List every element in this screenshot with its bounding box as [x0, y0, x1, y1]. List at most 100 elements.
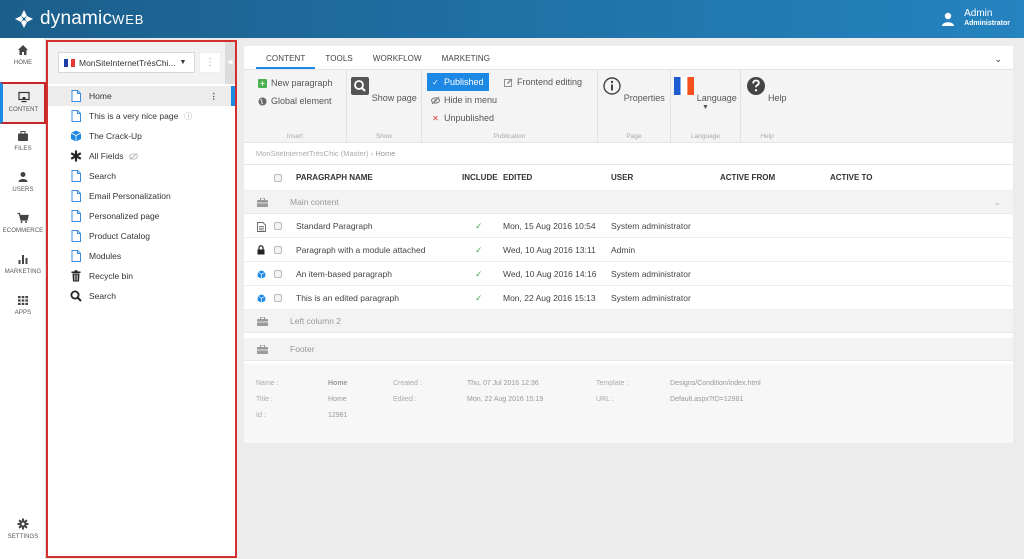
website-select[interactable]: MonSiteInternetTrésChi... ▼	[58, 52, 195, 73]
help-button[interactable]: Help	[741, 70, 793, 103]
edit-icon	[504, 78, 513, 87]
global-element-button[interactable]: Global element	[254, 92, 346, 110]
include-check-icon: ✓	[475, 269, 483, 279]
info-icon: ⓘ	[184, 111, 193, 121]
page-icon	[71, 210, 81, 222]
nav-apps[interactable]: APPS	[0, 294, 46, 334]
ribbon: + New paragraph Global element Insert Sh…	[244, 70, 1013, 143]
page-icon	[71, 170, 81, 182]
nav-ecommerce[interactable]: ECOMMERCE	[0, 212, 46, 252]
tree-item-nice-page[interactable]: This is a very nice page ⓘ	[48, 106, 235, 126]
section-footer[interactable]: Footer	[244, 338, 1013, 361]
col-include[interactable]: INCLUDE	[462, 173, 498, 182]
row-checkbox[interactable]	[274, 270, 282, 278]
tab-workflow[interactable]: WORKFLOW	[363, 54, 432, 69]
user-name: Admin	[964, 8, 993, 19]
asterisk-icon	[70, 150, 82, 162]
page-icon	[71, 190, 81, 202]
cube-icon	[257, 270, 266, 279]
tree-item-personalized-page[interactable]: Personalized page	[48, 206, 235, 226]
user-menu[interactable]: Admin Administrator	[941, 8, 1010, 29]
new-paragraph-button[interactable]: + New paragraph	[254, 74, 346, 92]
section-main-content[interactable]: Main content ⌄	[244, 191, 1013, 214]
tab-content[interactable]: CONTENT	[256, 54, 316, 69]
tab-tools[interactable]: TOOLS	[315, 54, 362, 69]
bar-chart-icon	[18, 255, 28, 264]
tree-item-search-page[interactable]: Search	[48, 166, 235, 186]
tree-item-home[interactable]: Home ⋮	[48, 86, 235, 106]
chevron-down-icon[interactable]: ⌄	[993, 197, 1001, 208]
hidden-eye-icon	[129, 152, 139, 160]
close-icon: ✕	[432, 113, 439, 123]
page-icon	[71, 230, 81, 242]
properties-button[interactable]: Properties	[598, 70, 670, 103]
nav-content[interactable]: CONTENT	[0, 82, 46, 124]
collapse-tree-button[interactable]: ◀	[225, 42, 235, 84]
info-title-label: Title :	[256, 396, 273, 403]
cart-icon	[17, 212, 29, 223]
include-check-icon: ✓	[475, 245, 483, 255]
ribbon-group-insert: + New paragraph Global element Insert	[244, 70, 347, 143]
tree-toolbar: MonSiteInternetTrésChi... ▼ ⋮ ◀	[48, 42, 235, 84]
info-id-label: Id :	[256, 412, 266, 419]
info-url-label: URL :	[596, 396, 614, 403]
dynamicweb-logo-icon	[14, 9, 34, 29]
paragraph-name[interactable]: Paragraph with a module attached	[296, 245, 425, 255]
select-all-checkbox[interactable]	[274, 173, 282, 182]
cube-icon	[70, 130, 82, 142]
info-url-value[interactable]: Default.aspx?ID=12981	[670, 396, 743, 403]
paragraph-row[interactable]: Standard Paragraph ✓ Mon, 15 Aug 2016 10…	[244, 214, 1013, 238]
main-panel: CONTENT TOOLS WORKFLOW MARKETING ⌄ + New…	[244, 46, 1013, 443]
published-toggle[interactable]: ✓ Published	[427, 73, 489, 91]
paragraph-row[interactable]: Paragraph with a module attached ✓ Wed, …	[244, 238, 1013, 262]
breadcrumb-page[interactable]: Home	[375, 149, 395, 158]
tree-item-all-fields[interactable]: All Fields	[48, 146, 235, 166]
paragraph-edited: Mon, 15 Aug 2016 10:54	[503, 221, 596, 231]
row-checkbox[interactable]	[274, 294, 282, 302]
nav-home[interactable]: HOME	[0, 44, 46, 84]
nav-users[interactable]: USERS	[0, 171, 46, 211]
info-id-value: 12981	[328, 412, 348, 419]
show-page-button[interactable]: Show page	[347, 70, 421, 103]
collapse-ribbon-chevron-icon[interactable]: ⌄	[994, 54, 1002, 65]
nav-marketing[interactable]: MARKETING	[0, 253, 46, 293]
col-paragraph-name[interactable]: PARAGRAPH NAME	[296, 173, 373, 182]
tree-item-crack-up[interactable]: The Crack-Up	[48, 126, 235, 146]
col-user[interactable]: USER	[611, 173, 633, 182]
hide-in-menu-toggle[interactable]: Hide in menu	[427, 91, 597, 109]
page-icon	[71, 250, 81, 262]
tree-item-recycle-bin[interactable]: Recycle bin	[48, 266, 235, 286]
cube-icon	[257, 294, 266, 303]
tree-item-menu-button[interactable]: ⋮	[210, 91, 219, 102]
frontend-editing-button[interactable]: Frontend editing	[500, 73, 586, 91]
top-bar: dynamicWEB Admin Administrator	[0, 0, 1024, 38]
tab-marketing[interactable]: MARKETING	[432, 54, 500, 69]
paragraph-row[interactable]: An item-based paragraph ✓ Wed, 10 Aug 20…	[244, 262, 1013, 286]
paragraph-name[interactable]: An item-based paragraph	[296, 269, 392, 279]
col-active-from[interactable]: ACTIVE FROM	[720, 173, 775, 182]
info-template-label: Template :	[596, 380, 629, 387]
language-dropdown[interactable]: Language ▼	[671, 70, 740, 111]
nav-settings[interactable]: SETTINGS	[0, 518, 46, 558]
paragraph-name[interactable]: Standard Paragraph	[296, 221, 373, 231]
nav-files[interactable]: FILES	[0, 130, 46, 170]
tree-item-modules[interactable]: Modules	[48, 246, 235, 266]
tree-item-search[interactable]: Search	[48, 286, 235, 306]
row-checkbox[interactable]	[274, 246, 282, 254]
briefcase-icon	[257, 317, 268, 326]
tree-more-button[interactable]: ⋮	[199, 52, 221, 73]
paragraph-row[interactable]: This is an edited paragraph ✓ Mon, 22 Au…	[244, 286, 1013, 310]
briefcase-icon	[257, 198, 268, 207]
section-left-column-2[interactable]: Left column 2	[244, 310, 1013, 333]
col-edited[interactable]: EDITED	[503, 173, 532, 182]
tree-item-email-personalization[interactable]: Email Personalization	[48, 186, 235, 206]
col-active-to[interactable]: ACTIVE TO	[830, 173, 873, 182]
search-box-icon	[351, 77, 370, 95]
logo[interactable]: dynamicWEB	[14, 8, 144, 30]
tree-item-product-catalog[interactable]: Product Catalog	[48, 226, 235, 246]
paragraph-name[interactable]: This is an edited paragraph	[296, 293, 399, 303]
unpublished-toggle[interactable]: ✕ Unpublished	[427, 109, 597, 127]
breadcrumb-site[interactable]: MonSiteInternetTrésChic (Master)	[256, 149, 369, 158]
lock-icon	[257, 245, 265, 255]
row-checkbox[interactable]	[274, 222, 282, 230]
